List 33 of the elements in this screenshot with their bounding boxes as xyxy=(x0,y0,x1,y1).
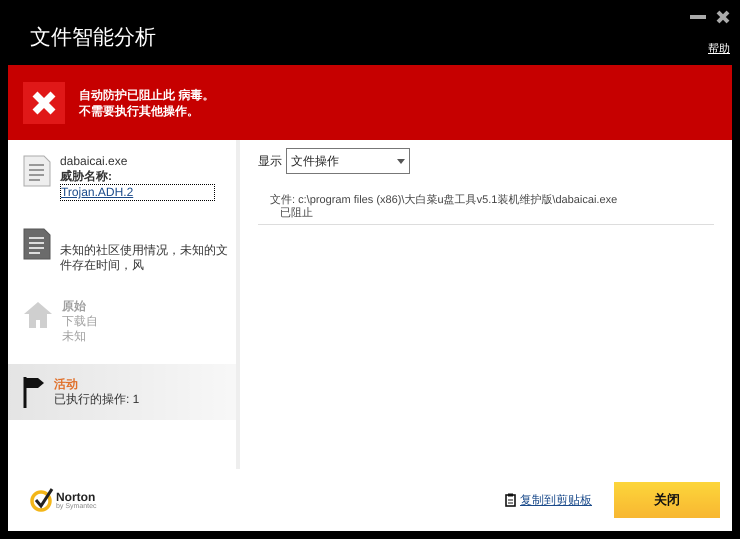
section-title: 活动 xyxy=(54,377,79,392)
alert-text: 自动防护已阻止此 病毒。 xyxy=(79,86,214,102)
status-text: 已阻止 xyxy=(279,207,314,220)
sidebar-item[interactable]: 活动 已执行的操作: 1 xyxy=(8,364,236,420)
file-name: dabaicai.exe xyxy=(60,154,128,169)
document-icon xyxy=(22,154,52,188)
flag-icon xyxy=(22,375,46,409)
threat-name-link[interactable]: Trojan.ADH.2 xyxy=(60,184,215,201)
clipboard-icon xyxy=(505,493,516,507)
show-label: 显示 xyxy=(258,153,282,170)
reputation-text: 未知的社区使用情况，未知的文 xyxy=(60,243,228,258)
filter-dropdown[interactable]: 文件操作 xyxy=(286,148,410,174)
checkmark-icon xyxy=(30,487,54,513)
alert-text: 不需要执行其他操作。 xyxy=(79,102,200,118)
brand-name: Norton xyxy=(56,490,96,502)
file-path: 文件: c:\program files (x86)\大白菜u盘工具v5.1装机维护版\dabaicai.exe xyxy=(270,194,618,207)
error-icon xyxy=(23,82,65,124)
threat-name-label: 威胁名称: xyxy=(60,169,113,184)
sidebar-item[interactable]: 未知的社区使用情况，未知的文 件存在时间，风 xyxy=(8,221,236,279)
copy-to-clipboard-link[interactable]: 复制到剪贴板 xyxy=(520,491,592,509)
window-title: 文件智能分析 xyxy=(29,24,156,51)
reputation-text: 件存在时间，风 xyxy=(60,258,145,273)
sidebar-item[interactable]: dabaicai.exe 威胁名称: Trojan.ADH.2 xyxy=(8,148,236,207)
close-icon[interactable] xyxy=(716,10,730,24)
section-text: 下载自 xyxy=(62,314,98,329)
section-title: 原始 xyxy=(62,299,87,314)
section-text: 已执行的操作: 1 xyxy=(54,392,140,407)
close-button[interactable]: 关闭 xyxy=(614,482,720,518)
document-icon xyxy=(22,227,52,261)
house-icon xyxy=(22,299,54,329)
caret-icon xyxy=(397,158,405,164)
section-text: 未知 xyxy=(62,329,87,344)
help-link[interactable]: 帮助 xyxy=(708,41,730,58)
